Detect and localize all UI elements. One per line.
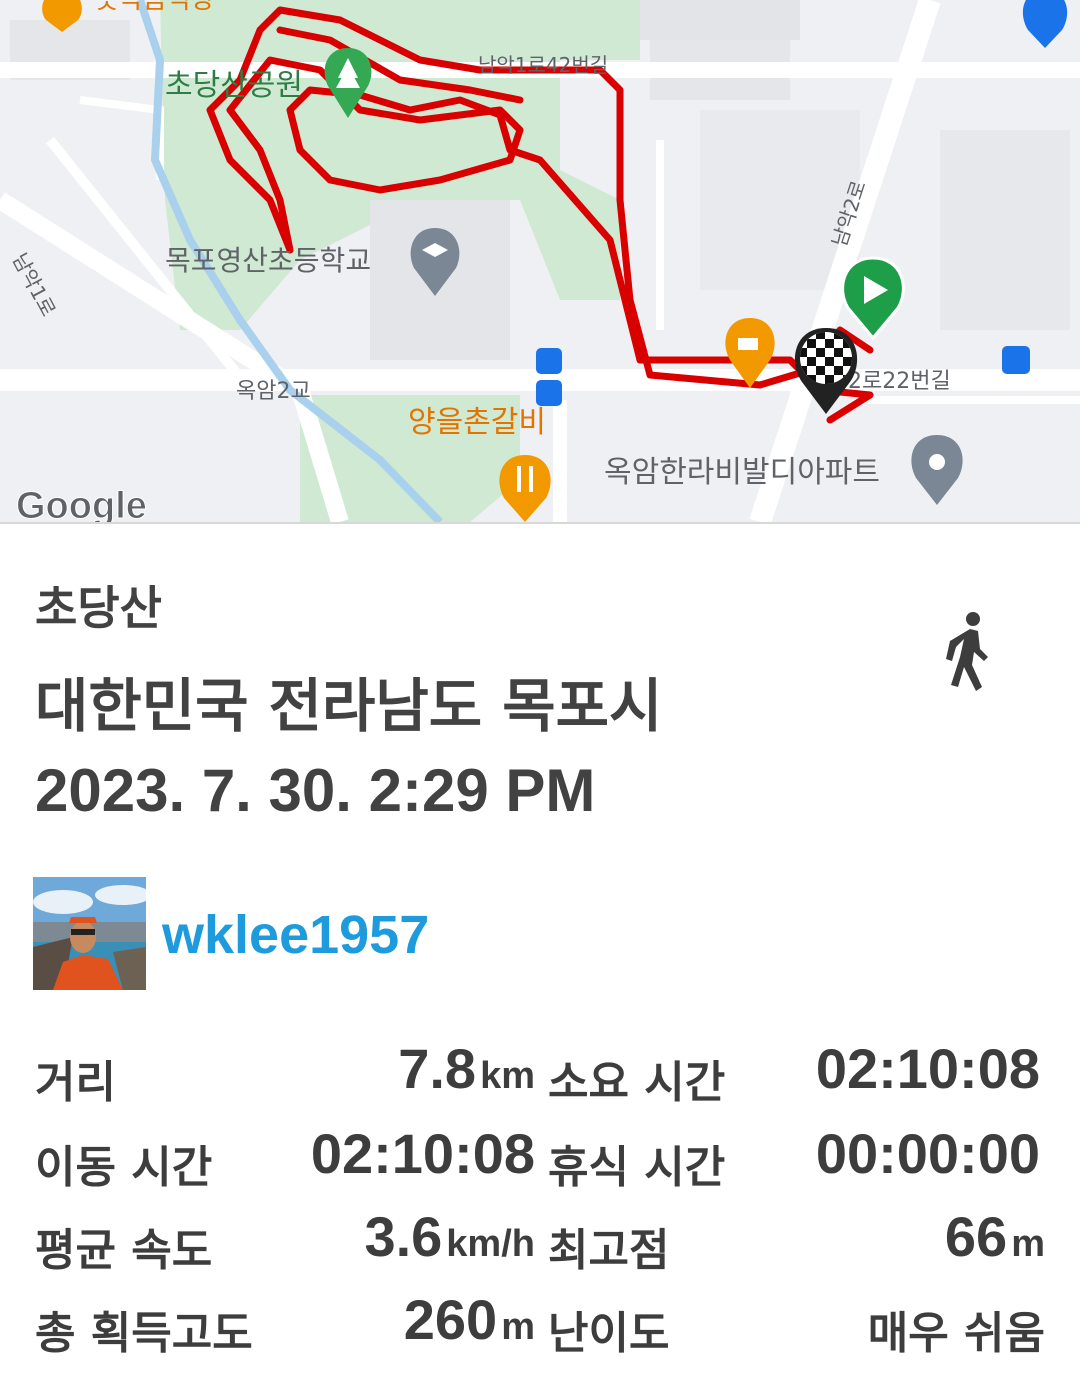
restaurant-label: 양을촌갈비 [408,405,546,440]
elevation-gain-label: 총 획득고도 [35,1308,253,1359]
apartment-label: 옥암한라비발디아파트 [604,455,880,490]
distance-label: 거리 [35,1057,116,1108]
route-map[interactable]: 초당산공원 목포영산초등학교 남악1로42번길 남악2로 남악1로 옥암2교 양… [0,0,1080,522]
duration-value: 02:10:08 [815,1037,1040,1100]
road-label-top: 남악1로42번길 [478,53,608,77]
activity-region: 대한민국 전라남도 목포시 [35,672,663,740]
rest-time-label: 휴식 시간 [548,1142,726,1193]
highest-point-label: 최고점 [548,1225,670,1276]
distance-value: 7.8 km [398,1037,535,1100]
rest-time-value: 00:00:00 [815,1122,1040,1185]
road-label-bottom-right: 2로22번길 [848,369,951,394]
moving-time-value: 02:10:08 [310,1122,535,1185]
bridge-label: 옥암2교 [236,379,311,404]
elevation-gain-value: 260 m [403,1288,535,1351]
google-logo: Google [16,485,147,522]
activity-info-panel: 초당산 대한민국 전라남도 목포시 2023. 7. 30. 2:29 PM w… [0,522,1080,1374]
partial-top-label: 곳곡음식장 [95,0,215,15]
difficulty-label: 난이도 [548,1308,670,1359]
highest-point-value: 66 m [944,1205,1045,1268]
moving-time-label: 이동 시간 [35,1142,213,1193]
walking-icon [940,609,1000,699]
park-label: 초당산공원 [165,68,303,103]
school-label: 목포영산초등학교 [165,244,371,277]
avg-speed-value: 3.6 km/h [364,1205,535,1268]
avg-speed-label: 평균 속도 [35,1225,213,1276]
duration-label: 소요 시간 [548,1057,726,1108]
difficulty-value: 매우 쉬움 [867,1308,1045,1359]
username-link[interactable]: wklee1957 [162,904,429,966]
user-avatar[interactable] [33,877,146,990]
activity-datetime: 2023. 7. 30. 2:29 PM [35,757,596,824]
activity-title: 초당산 [35,581,162,635]
